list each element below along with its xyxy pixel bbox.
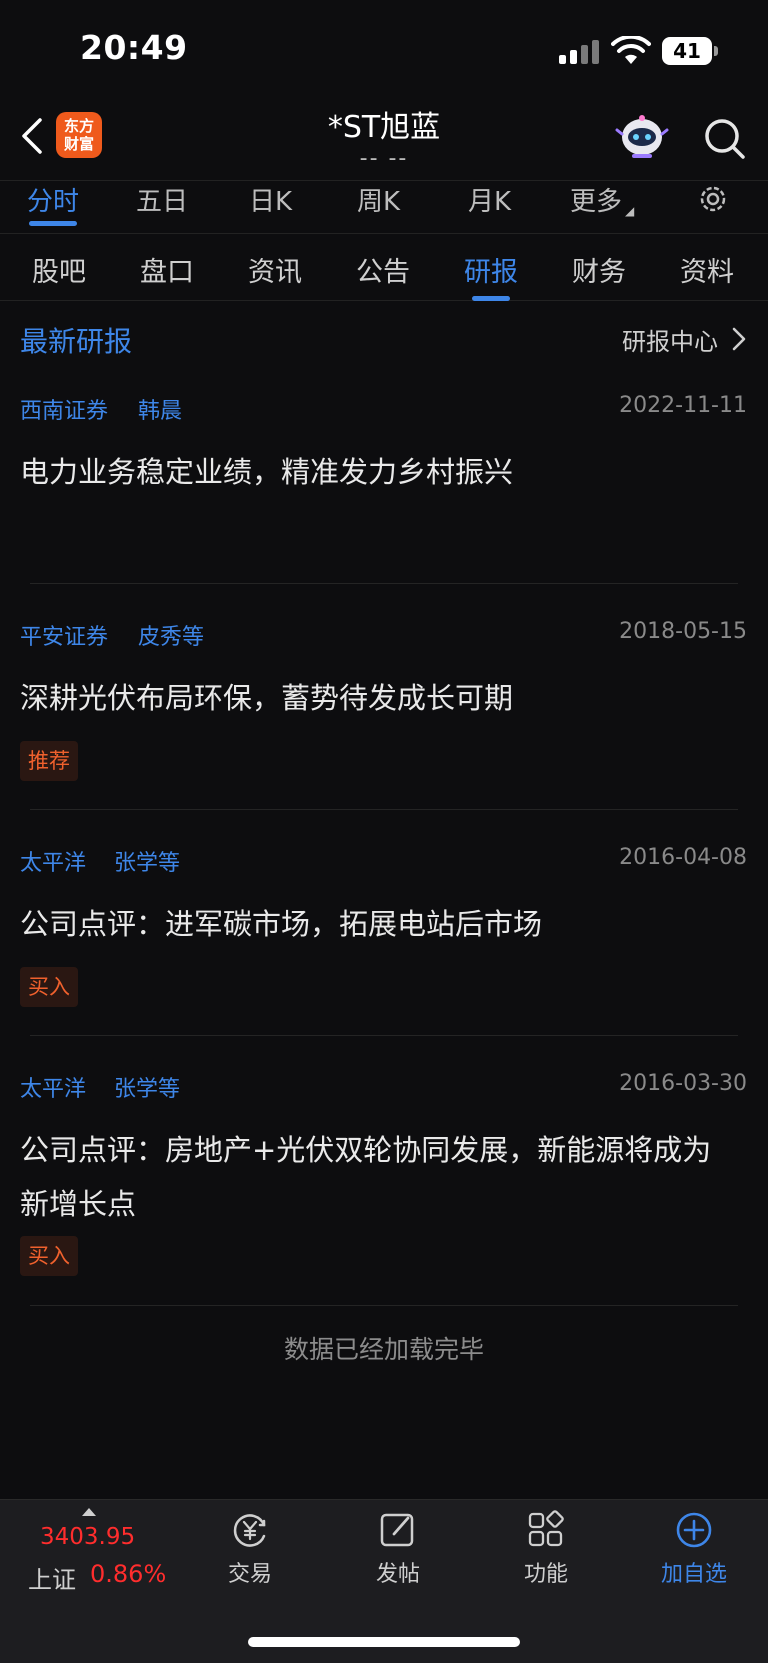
tab-monthly-k-label: 月K xyxy=(468,187,512,217)
status-bar: 20:49 41 xyxy=(0,0,768,100)
tab-monthly-k[interactable]: 月K xyxy=(468,181,511,218)
tab-announcements[interactable]: 公告 xyxy=(356,250,410,289)
trade-label: 交易 xyxy=(227,1562,272,1587)
divider xyxy=(30,809,738,810)
add-watchlist-button[interactable]: 加自选 xyxy=(644,1510,744,1588)
report-date: 2018-05-15 xyxy=(619,619,747,644)
chart-period-tabs: 分时 五日 日K 周K 月K 更多 ◢ xyxy=(0,180,768,234)
tab-research-label: 研报 xyxy=(464,257,518,288)
report-broker: 西南证券 xyxy=(20,399,109,424)
functions-label: 功能 xyxy=(523,1562,568,1587)
report-headline: 深耕光伏布局环保，蓄势待发成长可期 xyxy=(20,681,514,715)
report-date: 2022-11-11 xyxy=(619,393,747,418)
report-headline: 公司点评：房地产+光伏双轮协同发展，新能源将成为新增长点 xyxy=(20,1133,712,1221)
tab-research[interactable]: 研报 xyxy=(464,250,518,301)
report-date: 2016-03-30 xyxy=(619,1071,747,1096)
report-item[interactable]: 太平洋 张学等 2016-04-08 公司点评：进军碳市场，拓展电站后市场 买入 xyxy=(0,845,768,1035)
tab-five-day-label: 五日 xyxy=(136,187,189,217)
active-tab-indicator xyxy=(29,221,78,226)
report-broker: 太平洋 xyxy=(20,851,87,876)
tab-announcements-label: 公告 xyxy=(356,257,410,288)
post-button[interactable]: 发帖 xyxy=(348,1510,448,1588)
tab-weekly-k[interactable]: 周K xyxy=(357,181,400,218)
chevron-right-icon[interactable] xyxy=(730,326,748,352)
tab-intraday[interactable]: 分时 xyxy=(27,181,80,226)
expand-up-icon xyxy=(82,1508,96,1516)
tab-forum-label: 股吧 xyxy=(32,257,86,288)
report-item[interactable]: 平安证券 皮秀等 2018-05-15 深耕光伏布局环保，蓄势待发成长可期 推荐 xyxy=(0,619,768,809)
report-author: 张学等 xyxy=(114,1077,181,1102)
report-headline: 电力业务稳定业绩，精准发力乡村振兴 xyxy=(20,455,514,489)
battery-tip xyxy=(714,46,718,56)
robot-assistant-icon[interactable] xyxy=(614,110,670,166)
tab-intraday-label: 分时 xyxy=(27,187,80,217)
tab-daily-k-label: 日K xyxy=(249,187,293,217)
report-item[interactable]: 西南证券 韩晨 2022-11-11 电力业务稳定业绩，精准发力乡村振兴 xyxy=(0,393,768,583)
home-indicator[interactable] xyxy=(248,1637,520,1647)
cellular-signal-icon xyxy=(559,38,601,64)
tab-forum[interactable]: 股吧 xyxy=(32,250,86,289)
tab-profile-label: 资料 xyxy=(680,257,734,288)
rating-badge: 推荐 xyxy=(20,741,78,781)
caret-down-icon: ◢ xyxy=(625,204,635,218)
research-center-link[interactable]: 研报中心 xyxy=(622,322,718,357)
plus-circle-icon xyxy=(676,1512,712,1548)
tab-news-label: 资讯 xyxy=(248,257,302,288)
divider xyxy=(30,1305,738,1306)
wifi-icon xyxy=(611,36,651,64)
load-complete-note: 数据已经加载完毕 xyxy=(283,1335,484,1364)
index-value: 3403.95 xyxy=(40,1524,136,1550)
tab-five-day[interactable]: 五日 xyxy=(136,181,188,218)
tab-quote[interactable]: 盘口 xyxy=(140,250,194,289)
post-label: 发帖 xyxy=(375,1562,420,1587)
search-icon[interactable] xyxy=(700,114,748,162)
report-item[interactable]: 太平洋 张学等 2016-03-30 公司点评：房地产+光伏双轮协同发展，新能源… xyxy=(0,1071,768,1306)
info-tabs: 股吧 盘口 资讯 公告 研报 财务 资料 xyxy=(0,232,768,301)
grid-apps-icon xyxy=(528,1510,564,1547)
tab-quote-label: 盘口 xyxy=(140,257,194,288)
index-name: 上证 xyxy=(28,1566,76,1594)
report-broker: 太平洋 xyxy=(20,1077,87,1102)
tab-more-label: 更多 xyxy=(570,187,623,217)
tab-more[interactable]: 更多 ◢ xyxy=(570,181,634,218)
trade-button[interactable]: 交易 xyxy=(200,1510,300,1588)
add-watchlist-label: 加自选 xyxy=(660,1562,727,1587)
divider xyxy=(30,583,738,584)
index-change: 0.86% xyxy=(90,1560,167,1588)
report-author: 张学等 xyxy=(114,851,181,876)
tab-news[interactable]: 资讯 xyxy=(248,250,302,289)
divider xyxy=(30,1035,738,1036)
status-time: 20:49 xyxy=(80,28,188,67)
trade-yuan-icon xyxy=(233,1514,266,1547)
active-tab-indicator xyxy=(472,296,510,301)
tab-daily-k[interactable]: 日K xyxy=(249,181,292,218)
report-headline: 公司点评：进军碳市场，拓展电站后市场 xyxy=(20,907,543,941)
rating-badge: 买入 xyxy=(20,967,78,1007)
report-author: 皮秀等 xyxy=(138,625,205,650)
functions-button[interactable]: 功能 xyxy=(496,1510,596,1588)
app-screen: 20:49 41 东方 财富 *ST旭蓝 -- -- 分时 五日 日K 周K 月… xyxy=(0,0,768,1663)
battery-icon: 41 xyxy=(662,37,712,65)
report-broker: 平安证券 xyxy=(20,625,109,650)
gear-icon[interactable] xyxy=(695,181,731,217)
stock-header: 东方 财富 *ST旭蓝 -- -- xyxy=(0,100,768,180)
report-author: 韩晨 xyxy=(138,399,183,424)
rating-badge: 买入 xyxy=(20,1236,78,1276)
tab-profile[interactable]: 资料 xyxy=(680,250,734,289)
report-date: 2016-04-08 xyxy=(619,845,747,870)
tab-finance[interactable]: 财务 xyxy=(572,250,626,289)
tab-finance-label: 财务 xyxy=(572,257,626,288)
compose-icon xyxy=(380,1513,414,1547)
tab-weekly-k-label: 周K xyxy=(357,187,401,217)
section-title: 最新研报 xyxy=(20,325,133,358)
